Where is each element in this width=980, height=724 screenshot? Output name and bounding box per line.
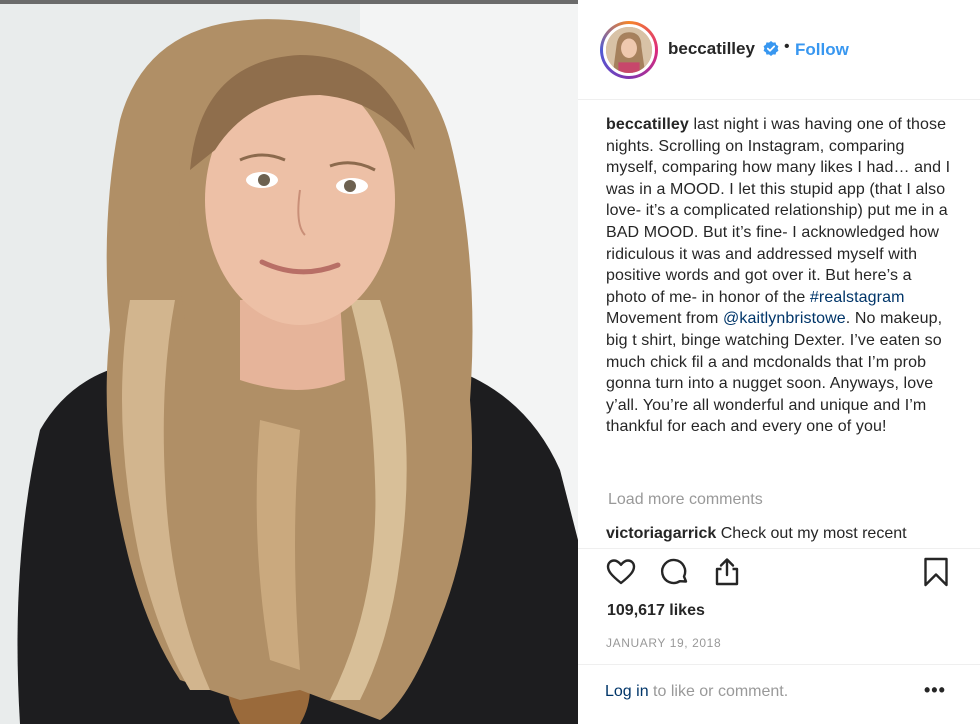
comment-item: victoriagarrick Check out my most recent	[606, 525, 966, 543]
comment-text: Check out my most recent	[716, 525, 907, 542]
divider	[578, 548, 980, 549]
post-photo[interactable]	[0, 0, 578, 724]
separator-dot: •	[784, 38, 790, 55]
login-prompt: Log in to like or comment.	[605, 683, 788, 701]
follow-button[interactable]: Follow	[795, 40, 849, 60]
post-caption: beccatilley last night i was having one …	[606, 114, 956, 438]
caption-text-1: last night i was having one of those nig…	[606, 116, 955, 306]
hashtag-link[interactable]: #realstagram	[810, 289, 905, 306]
more-options-button[interactable]: •••	[924, 680, 946, 701]
bookmark-icon[interactable]	[920, 556, 952, 588]
login-link[interactable]: Log in	[605, 683, 649, 700]
comment-username[interactable]: victoriagarrick	[606, 525, 716, 542]
action-bar	[578, 556, 980, 590]
comment-icon[interactable]	[659, 556, 691, 588]
likes-count[interactable]: 109,617 likes	[607, 602, 705, 620]
selfie-photo	[0, 0, 578, 724]
share-icon[interactable]	[711, 556, 743, 588]
heart-icon[interactable]	[605, 556, 637, 588]
post-details-panel: beccatilley • Follow beccatilley last ni…	[578, 0, 980, 724]
post-author-username[interactable]: beccatilley	[668, 39, 755, 59]
login-prompt-text: to like or comment.	[648, 683, 789, 700]
post-header: beccatilley • Follow	[578, 0, 980, 100]
post-date[interactable]: JANUARY 19, 2018	[606, 636, 721, 650]
avatar-image	[603, 24, 655, 76]
avatar[interactable]	[600, 21, 658, 79]
mention-link[interactable]: @kaitlynbristowe	[723, 310, 846, 327]
caption-username[interactable]: beccatilley	[606, 116, 689, 133]
load-more-comments-button[interactable]: Load more comments	[608, 491, 763, 509]
caption-text-3: . No makeup, big t shirt, binge watching…	[606, 310, 947, 436]
verified-badge-icon	[763, 41, 779, 57]
divider	[578, 664, 980, 665]
